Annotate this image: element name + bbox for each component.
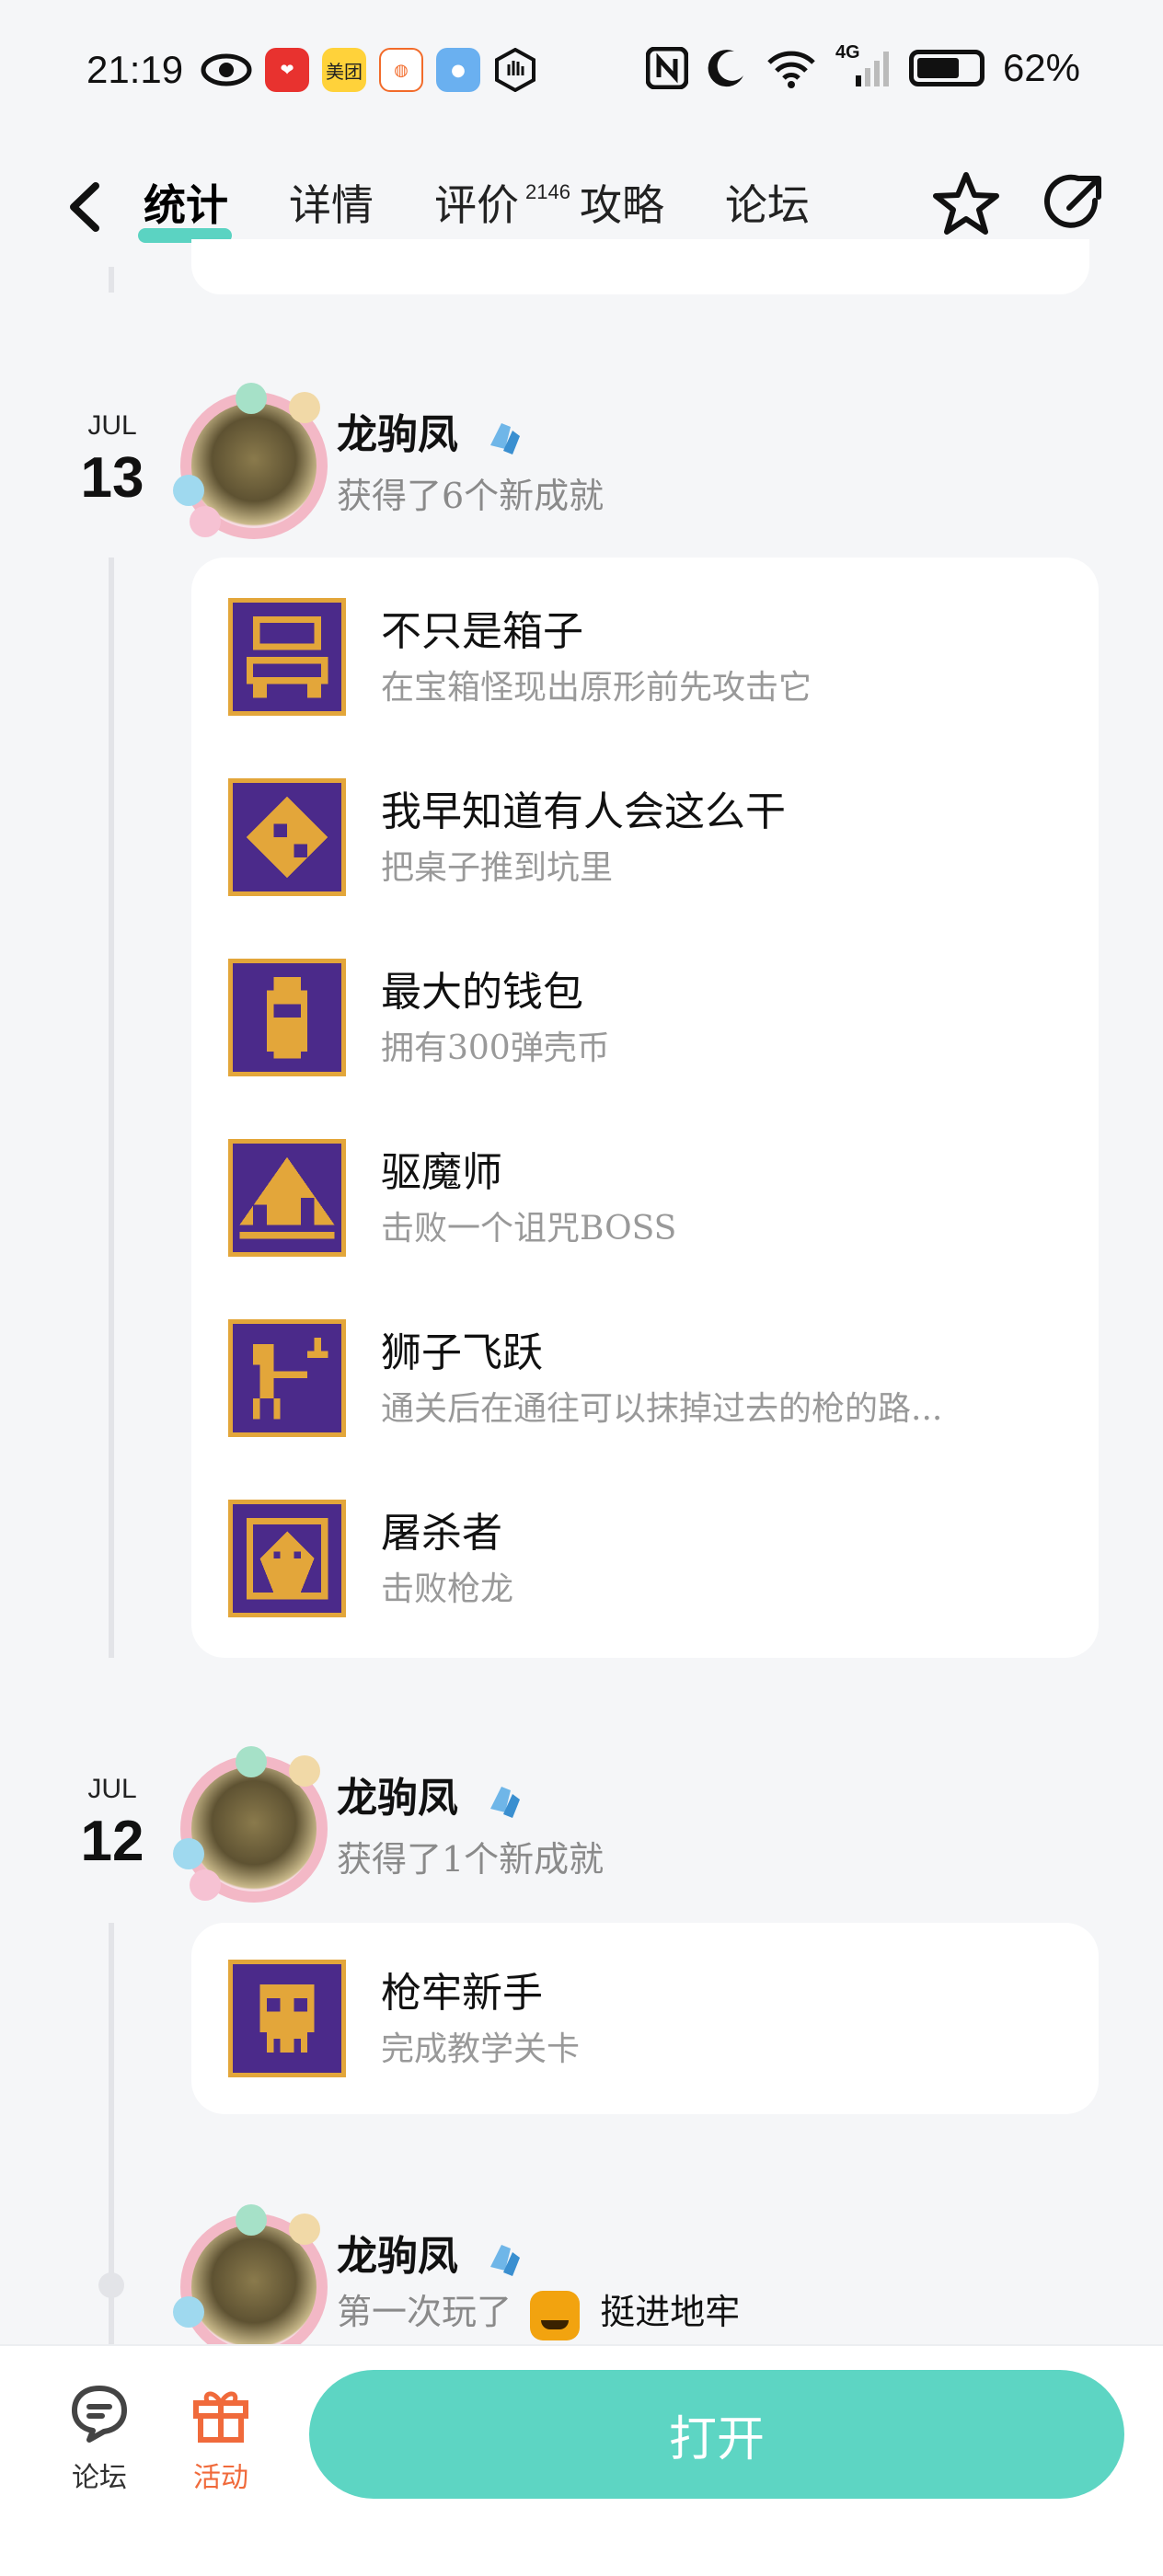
achievement-item[interactable]: 我早知道有人会这么干 把桌子推到坑里 [228, 778, 1075, 907]
achievement-desc: 击败枪龙 [381, 1570, 514, 1608]
signal-icon: 4G [835, 42, 891, 88]
tab-guides[interactable]: 攻略 [580, 173, 664, 237]
wifi-icon [767, 51, 815, 88]
tab-forum-label: 论坛 [725, 180, 810, 230]
achievement-title: 狮子飞跃 [381, 1329, 543, 1376]
tab-reviews[interactable]: 评价 2146 [434, 173, 570, 237]
avatar[interactable] [173, 383, 328, 539]
table-achievement-icon [228, 778, 346, 896]
entry-summary: 第一次玩了 挺进地牢 [337, 2283, 740, 2340]
avatar[interactable] [173, 1746, 328, 1903]
reviews-count-badge: 2146 [525, 180, 570, 203]
red-app-icon: ❤ [265, 48, 309, 92]
achievement-card: 不只是箱子 在宝箱怪现出原形前先攻击它 我早知道有人会这么干 把桌子推到坑里 最… [191, 558, 1099, 1658]
nfc-icon [645, 47, 688, 89]
skull-achievement-icon [228, 1960, 346, 2077]
achievement-item[interactable]: 屠杀者 击败枪龙 [228, 1500, 1075, 1628]
star-icon[interactable] [929, 167, 1003, 241]
achievement-item[interactable]: 枪牢新手 完成教学关卡 [228, 1960, 1075, 2088]
achievement-card: 枪牢新手 完成教学关卡 [191, 1923, 1099, 2114]
eye-icon [201, 53, 252, 86]
game-icon[interactable] [530, 2290, 581, 2340]
meituan-app-icon: 美团 [322, 48, 366, 92]
game-name-link[interactable]: 挺进地牢 [600, 2292, 740, 2332]
bottom-bar: 论坛 活动 打开 [0, 2344, 1163, 2576]
username-text: 龙驹凤 [337, 2233, 458, 2280]
achievement-title: 不只是箱子 [381, 608, 583, 655]
achievement-desc: 通关后在通往可以抹掉过去的枪的路... [381, 1390, 943, 1428]
timeline-entry: JUL 13 龙驹凤 获得了6个新成就 [0, 383, 1163, 554]
status-system-icons: 4G 62% [645, 42, 1080, 90]
tab-stats-label: 统计 [144, 180, 228, 230]
date-month: JUL [87, 410, 137, 441]
first-played-text: 第一次玩了 [337, 2292, 512, 2332]
tab-stats[interactable]: 统计 [138, 173, 232, 243]
tab-guides-label: 攻略 [580, 180, 664, 230]
crystal-badge-icon [490, 422, 521, 454]
status-time: 21:19 [86, 48, 184, 91]
lion-leap-achievement-icon [228, 1319, 346, 1437]
timeline-line [109, 558, 114, 1658]
achievement-item[interactable]: 不只是箱子 在宝箱怪现出原形前先攻击它 [228, 598, 1075, 727]
username[interactable]: 龙驹凤 [337, 1765, 522, 1823]
chest-achievement-icon [228, 598, 346, 716]
wallet-achievement-icon [228, 959, 346, 1076]
status-bar: 21:19 ❤ 美团 ◍ ● 4G 62% [0, 0, 1163, 147]
tab-details[interactable]: 详情 [289, 173, 374, 237]
entry-summary: 获得了1个新成就 [337, 1839, 605, 1880]
achievement-title: 我早知道有人会这么干 [381, 788, 786, 835]
username-text: 龙驹凤 [337, 1775, 458, 1822]
exorcist-achievement-icon [228, 1139, 346, 1257]
moon-icon [708, 50, 743, 87]
achievement-desc: 在宝箱怪现出原形前先攻击它 [381, 669, 812, 707]
timeline-line [109, 267, 114, 293]
achievement-item[interactable]: 驱魔师 击败一个诅咒BOSS [228, 1139, 1075, 1268]
previous-card [191, 239, 1089, 294]
username-text: 龙驹凤 [337, 411, 458, 458]
avatar[interactable] [173, 2204, 328, 2361]
achievement-desc: 完成教学关卡 [381, 2030, 581, 2068]
hand-icon [495, 48, 535, 92]
achievement-desc: 击败一个诅咒BOSS [381, 1210, 677, 1248]
weather-app-icon: ● [436, 48, 480, 92]
nav-actions [929, 167, 1111, 241]
username[interactable]: 龙驹凤 [337, 401, 522, 460]
achievement-title: 屠杀者 [381, 1510, 502, 1557]
battery-percent: 62% [1002, 46, 1080, 89]
achievement-title: 最大的钱包 [381, 969, 583, 1016]
date-month: JUL [87, 1774, 137, 1804]
achievement-desc: 拥有300弹壳币 [381, 1029, 610, 1067]
entry-summary: 获得了6个新成就 [337, 476, 605, 516]
forum-button[interactable]: 论坛 [53, 2379, 145, 2495]
share-icon[interactable] [1038, 167, 1111, 241]
achievement-desc: 把桌子推到坑里 [381, 849, 614, 887]
crystal-badge-icon [490, 2244, 521, 2276]
forum-label: 论坛 [72, 2462, 127, 2494]
tab-forum[interactable]: 论坛 [725, 173, 810, 237]
back-arrow-icon[interactable] [57, 175, 112, 239]
tab-details-label: 详情 [289, 180, 374, 230]
activity-button[interactable]: 活动 [175, 2379, 267, 2495]
achievement-item[interactable]: 狮子飞跃 通关后在通往可以抹掉过去的枪的路... [228, 1319, 1075, 1448]
crystal-badge-icon [490, 1786, 521, 1818]
achievement-title: 驱魔师 [381, 1149, 502, 1196]
battery-icon [908, 50, 985, 86]
username[interactable]: 龙驹凤 [337, 2223, 522, 2282]
didi-app-icon: ◍ [379, 48, 423, 92]
gift-icon [193, 2391, 248, 2443]
nav-tabs: 统计 详情 评价 2146 攻略 论坛 [138, 173, 870, 243]
tab-reviews-label: 评价 [434, 180, 519, 230]
activity-label: 活动 [193, 2462, 248, 2494]
status-notification-icons: ❤ 美团 ◍ ● [201, 48, 537, 92]
open-game-button[interactable]: 打开 [309, 2370, 1124, 2499]
timeline-entry: JUL 12 龙驹凤 获得了1个新成就 [0, 1746, 1163, 1917]
date-day: 12 [80, 1810, 144, 1873]
achievement-title: 枪牢新手 [381, 1970, 543, 2017]
chat-bubble-icon [72, 2386, 127, 2443]
dragon-achievement-icon [228, 1500, 346, 1617]
date-day: 13 [80, 446, 144, 510]
achievement-item[interactable]: 最大的钱包 拥有300弹壳币 [228, 959, 1075, 1087]
